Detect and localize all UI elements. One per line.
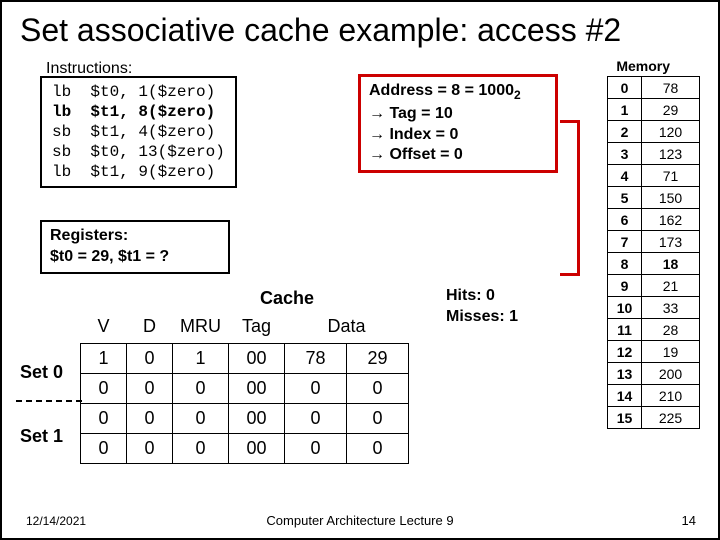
cache-row: 0000000 bbox=[81, 404, 409, 434]
memory-row: 1128 bbox=[608, 319, 700, 341]
memory-row: 14210 bbox=[608, 385, 700, 407]
slide-title: Set associative cache example: access #2 bbox=[20, 12, 700, 49]
hits-misses: Hits: 0 Misses: 1 bbox=[446, 286, 518, 328]
address-box: Address = 8 = 10002 → Tag = 10 → Index =… bbox=[358, 74, 558, 173]
slide-number: 14 bbox=[682, 513, 696, 528]
memory-row: 078 bbox=[608, 77, 700, 99]
set0-label: Set 0 bbox=[20, 362, 63, 383]
memory-row: 129 bbox=[608, 99, 700, 121]
set-divider bbox=[16, 400, 82, 402]
instr-op: lb bbox=[52, 83, 71, 101]
instr-op: lb bbox=[52, 163, 71, 181]
instr-op: sb bbox=[52, 143, 71, 161]
memory-table: 0781292120312347151506162717381892110331… bbox=[607, 76, 700, 429]
connector-line bbox=[560, 120, 580, 276]
set1-label: Set 1 bbox=[20, 426, 63, 447]
memory-row: 2120 bbox=[608, 121, 700, 143]
memory-row: 5150 bbox=[608, 187, 700, 209]
memory-row: 818 bbox=[608, 253, 700, 275]
cache-row: 101007829 bbox=[81, 344, 409, 374]
cache-row: 0000000 bbox=[81, 434, 409, 464]
memory-row: 3123 bbox=[608, 143, 700, 165]
instruction-box: lb $t0, 1($zero) lb $t1, 8($zero) sb $t1… bbox=[40, 76, 237, 188]
instr-op: sb bbox=[52, 123, 71, 141]
memory-row: 921 bbox=[608, 275, 700, 297]
cache-row: 0000000 bbox=[81, 374, 409, 404]
registers-box: Registers: $t0 = 29, $t1 = ? bbox=[40, 220, 230, 274]
memory-row: 15225 bbox=[608, 407, 700, 429]
memory-row: 1219 bbox=[608, 341, 700, 363]
memory-row: 7173 bbox=[608, 231, 700, 253]
memory-row: 6162 bbox=[608, 209, 700, 231]
memory-row: 13200 bbox=[608, 363, 700, 385]
footer-title: Computer Architecture Lecture 9 bbox=[2, 513, 718, 528]
memory-row: 471 bbox=[608, 165, 700, 187]
memory-row: 1033 bbox=[608, 297, 700, 319]
cache-table: V D MRU Tag Data 10100782900000000000000… bbox=[80, 312, 409, 464]
memory-label: Memory bbox=[616, 58, 670, 74]
cache-label: Cache bbox=[260, 288, 314, 309]
instr-op: lb bbox=[52, 103, 71, 121]
